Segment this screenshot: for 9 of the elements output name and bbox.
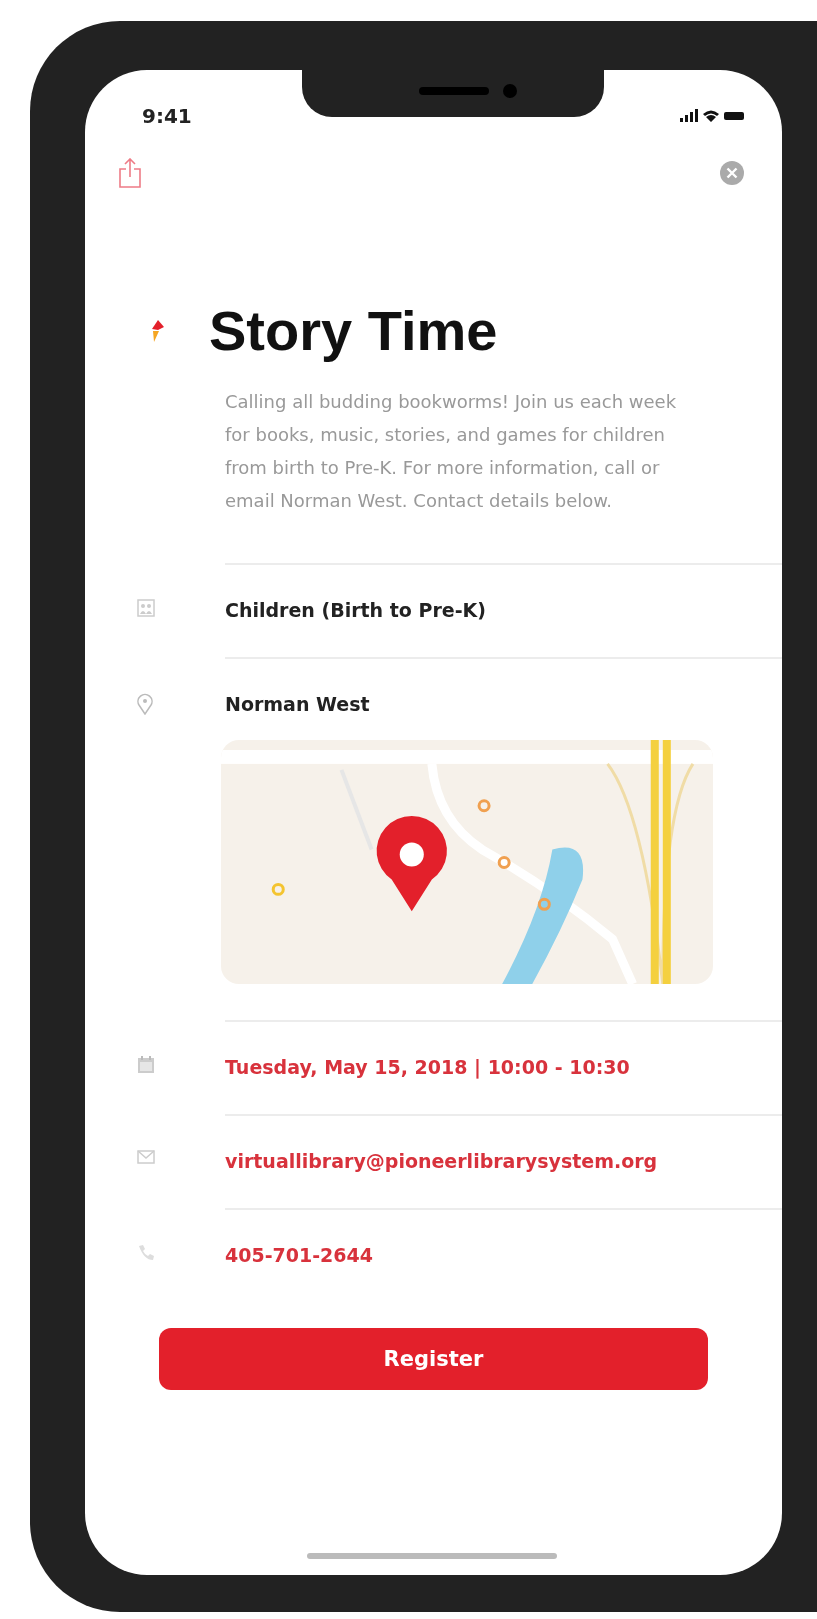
event-description: Calling all budding bookworms! Join us each week for books, music, stories, and games for children from birth to Pre-K. For more information, call or email Norman West. Contact details below.: [225, 390, 678, 513]
detail-text: Children (Birth to Pre-K): [225, 599, 487, 621]
event-title: Story Time: [209, 298, 498, 363]
detail-text: Norman West: [225, 693, 371, 715]
detail-link[interactable]: 405-701-2644: [225, 1244, 782, 1266]
detail-link[interactable]: Tuesday, May 15, 2018 | 10:00 - 10:30: [225, 1056, 782, 1078]
detail-link[interactable]: virtuallibrary@pioneerlibrarysystem.org: [225, 1150, 782, 1172]
register-button[interactable]: Register: [159, 1328, 708, 1390]
status-time: 9:41: [142, 104, 192, 128]
